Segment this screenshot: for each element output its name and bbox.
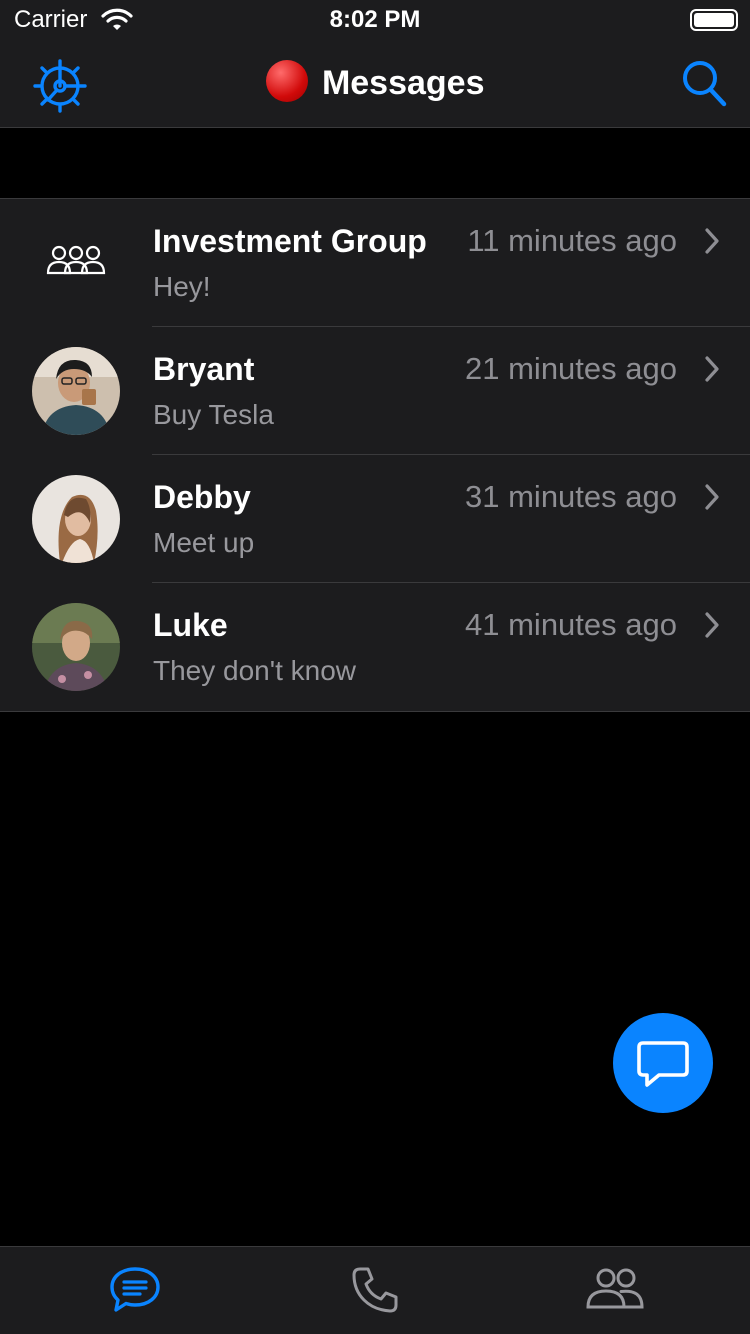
chevron-right-icon xyxy=(705,228,719,254)
avatar xyxy=(32,475,120,563)
nav-title-group: Messages xyxy=(0,60,750,104)
message-time: 41 minutes ago xyxy=(465,607,677,642)
message-time: 11 minutes ago xyxy=(467,223,677,258)
search-icon xyxy=(683,61,727,107)
people-icon xyxy=(586,1268,644,1309)
tab-calls[interactable] xyxy=(250,1247,500,1334)
conversation-row[interactable]: Bryant 21 minutes ago Buy Tesla xyxy=(0,327,750,455)
conversation-row[interactable]: Luke 41 minutes ago They don't know xyxy=(0,583,750,711)
conversation-row[interactable]: Investment Group 11 minutes ago Hey! xyxy=(0,199,750,327)
message-preview: Buy Tesla xyxy=(153,399,274,430)
search-button[interactable] xyxy=(680,58,730,110)
tab-messages[interactable] xyxy=(10,1247,260,1334)
conversation-row[interactable]: Debby 31 minutes ago Meet up xyxy=(0,455,750,583)
page-title: Messages xyxy=(321,63,485,102)
contact-name: Bryant xyxy=(153,351,255,387)
contact-name: Investment Group xyxy=(153,223,427,259)
message-time: 21 minutes ago xyxy=(465,351,677,386)
tab-bar xyxy=(0,1246,750,1334)
status-time: 8:02 PM xyxy=(329,6,421,33)
message-preview: Hey! xyxy=(153,271,211,302)
message-preview: Meet up xyxy=(153,527,255,558)
contact-name: Debby xyxy=(153,479,251,515)
battery-icon xyxy=(690,9,738,31)
message-preview: They don't know xyxy=(153,655,357,686)
status-bar: Carrier 8:02 PM xyxy=(0,0,750,40)
chevron-right-icon xyxy=(705,484,719,510)
chat-bubble-icon xyxy=(110,1267,160,1312)
new-message-button[interactable] xyxy=(613,1013,713,1113)
chevron-right-icon xyxy=(705,356,719,382)
avatar xyxy=(32,603,120,691)
new-message-icon xyxy=(637,1041,689,1087)
message-time: 31 minutes ago xyxy=(465,479,677,514)
red-circle-icon xyxy=(265,60,308,102)
tab-contacts[interactable] xyxy=(490,1247,740,1334)
contact-name: Luke xyxy=(153,607,228,643)
conversation-list: Investment Group 11 minutes ago Hey! Bry… xyxy=(0,198,750,712)
nav-bar: Messages xyxy=(0,40,750,128)
group-icon xyxy=(46,245,106,275)
phone-icon xyxy=(352,1267,398,1313)
chevron-right-icon xyxy=(705,612,719,638)
avatar xyxy=(32,347,120,435)
